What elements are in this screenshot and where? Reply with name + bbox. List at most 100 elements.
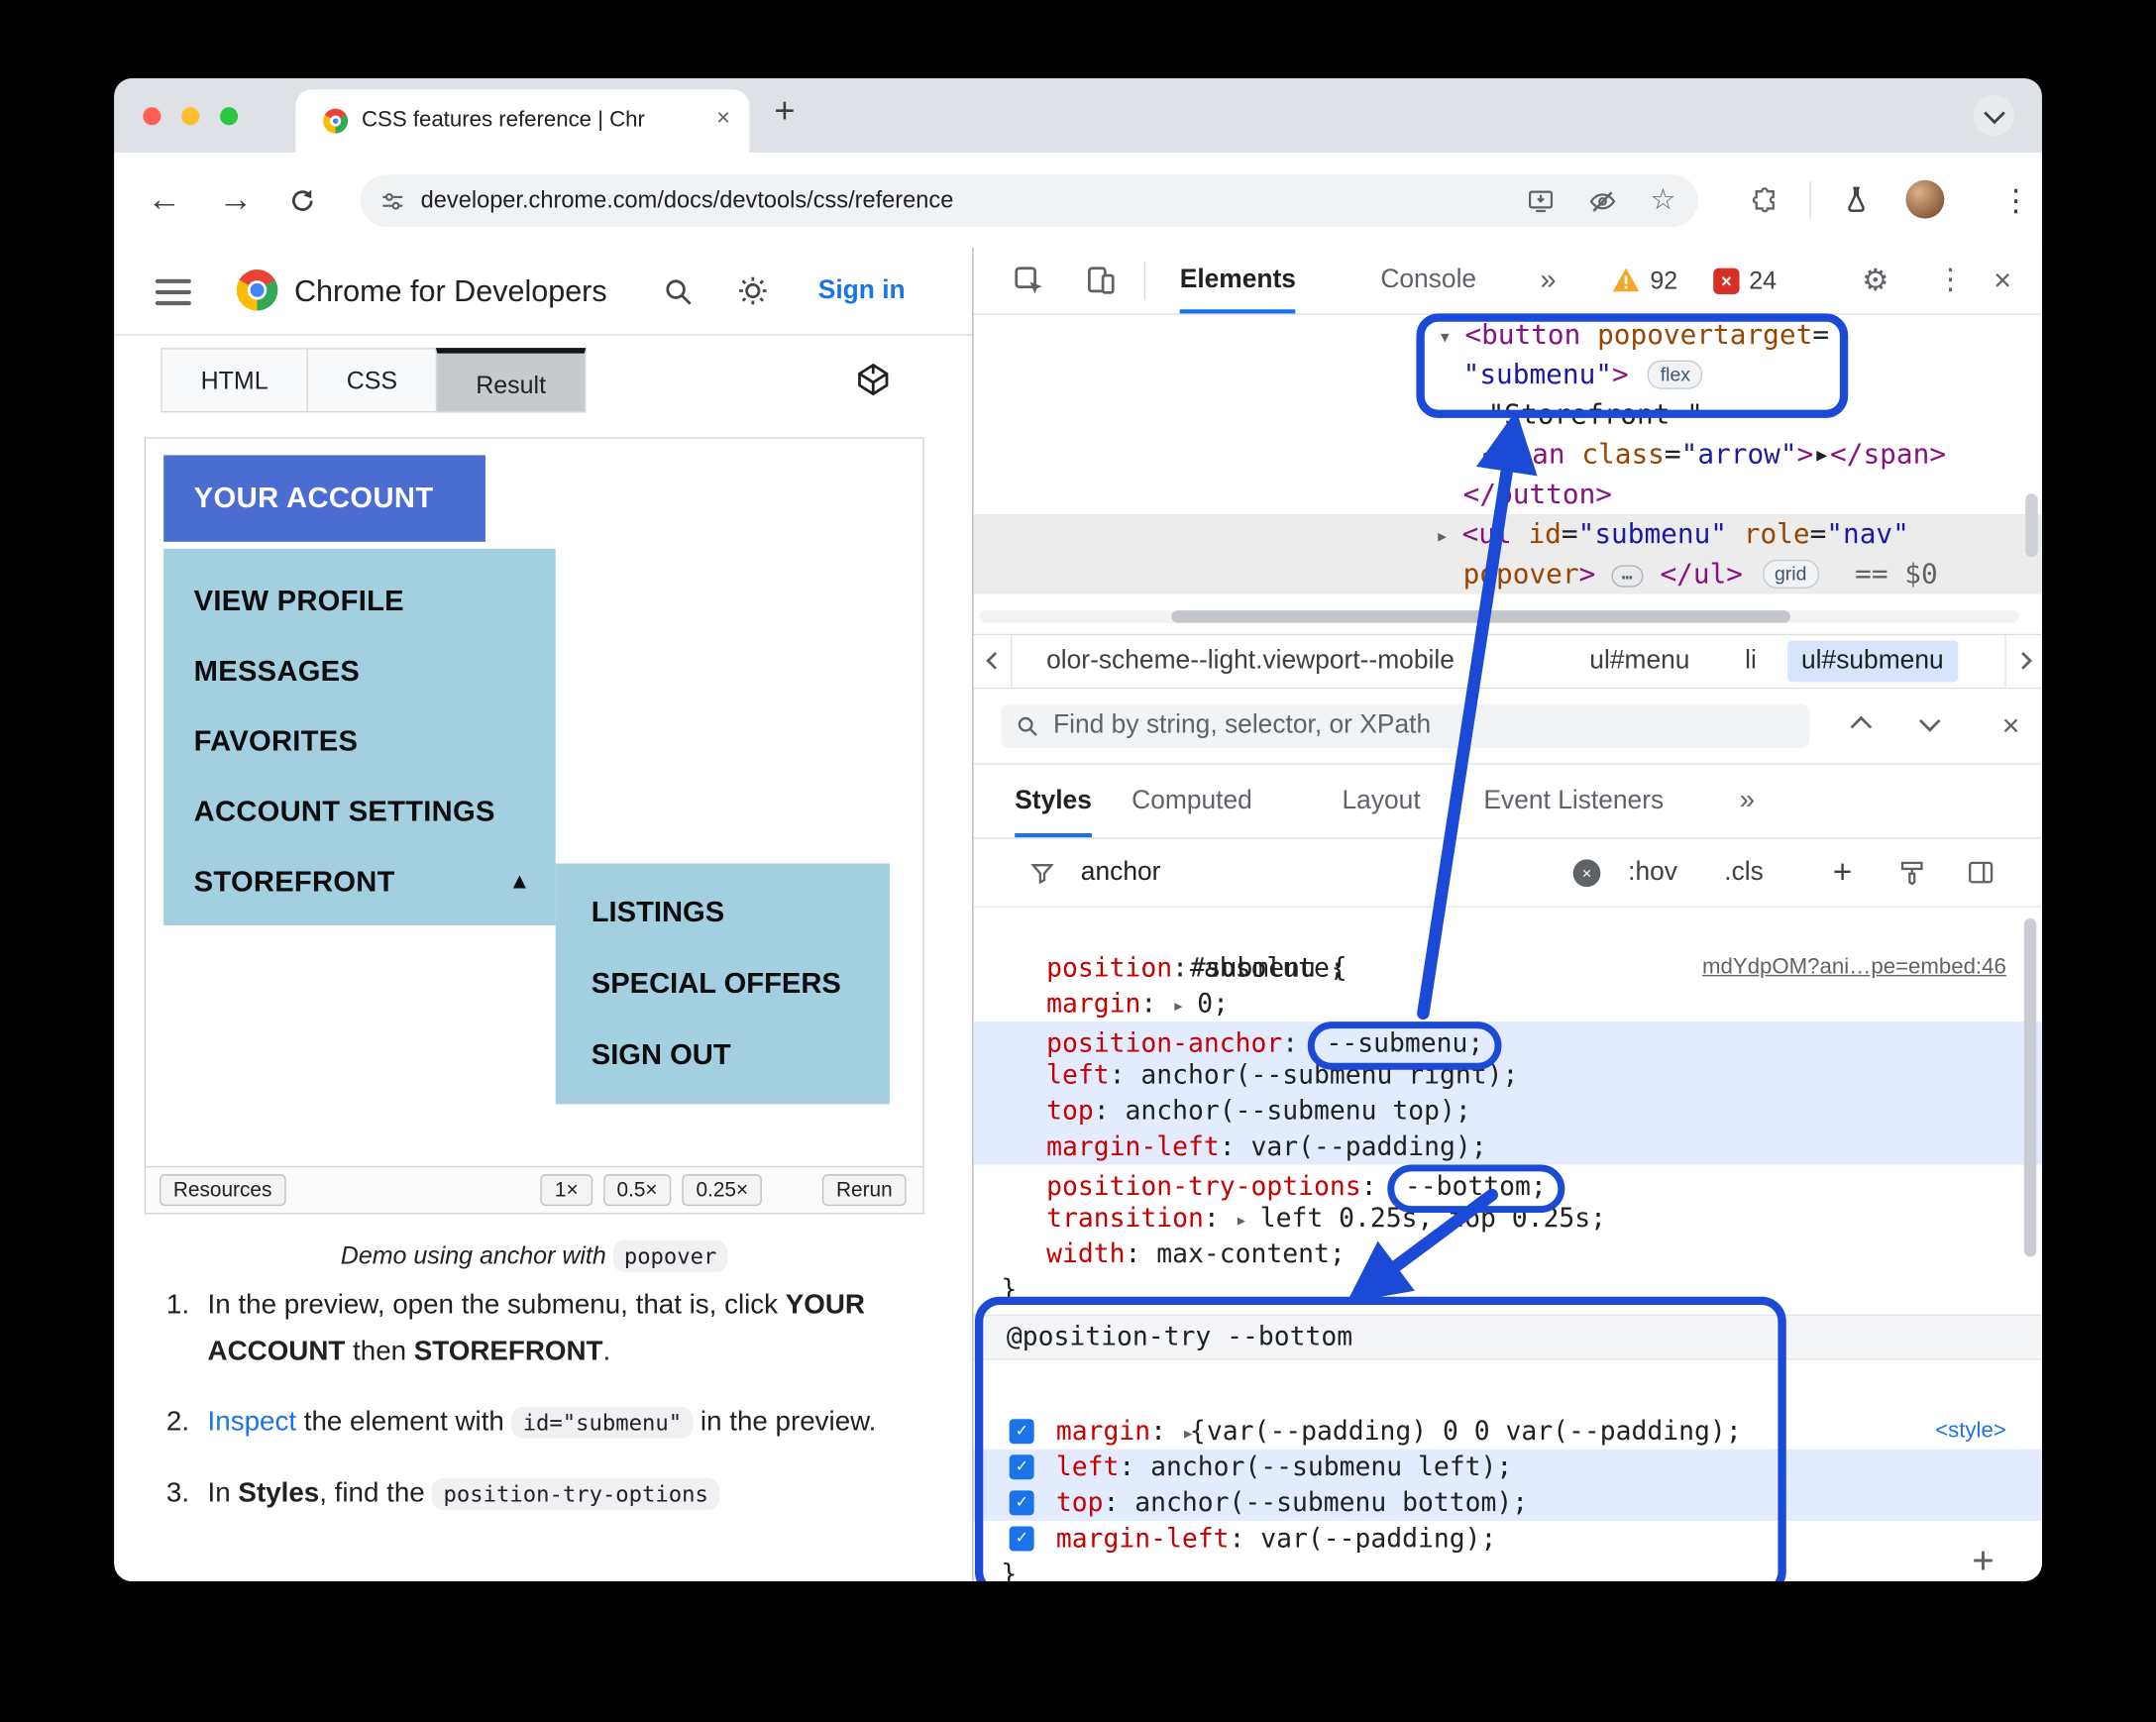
submenu-item-2[interactable]: SIGN OUT [556,1021,890,1092]
tab-event-listeners[interactable]: Event Listeners [1483,765,1664,833]
css-declaration-position[interactable]: position: absolute; [974,950,2042,986]
site-brand[interactable]: Chrome for Developers [294,248,607,334]
more-tabs-icon[interactable]: » [1540,248,1556,309]
dock-panel-icon[interactable] [1967,858,1995,887]
css-declaration-left[interactable]: left: anchor(--submenu right); [973,1057,2042,1094]
scale-button-0[interactable]: 1× [541,1174,593,1207]
install-icon[interactable] [1526,187,1555,216]
warning-count[interactable]: 92 [1650,248,1677,314]
tab-css[interactable]: CSS [306,348,438,413]
breadcrumbs-scroll-right[interactable] [2004,635,2042,688]
breadcrumb-olor-scheme--light.viewport--mobile[interactable]: olor-scheme--light.viewport--mobile [1046,635,1455,688]
browser-tab[interactable]: CSS features reference | Chr × [295,89,750,154]
back-button[interactable]: ← [147,153,181,248]
dom-tree-line-5[interactable]: ▸ <ul id="submenu" role="nav" [973,514,2042,555]
new-rule-plus-icon[interactable]: + [1973,1543,1994,1578]
breadcrumbs-scroll-left[interactable] [973,635,1013,688]
new-style-rule-plus-icon[interactable]: + [1833,839,1852,907]
css-declaration-position-anchor[interactable]: position-anchor: --submenu; [973,1022,2042,1070]
position-try-header[interactable]: @position-try --bottom [973,1314,2042,1360]
css-declaration-width[interactable]: width: max-content; [974,1237,2042,1272]
toggle-classes[interactable]: .cls [1724,839,1764,907]
css-declaration-position-try-options[interactable]: position-try-options: --bottom; [974,1164,2042,1214]
menu-item-2[interactable]: FAVORITES [163,706,556,777]
css-declaration-margin-left[interactable]: margin-left: var(--padding); [973,1129,2042,1165]
css-declaration-left[interactable]: left: anchor(--submenu left); [973,1449,2042,1485]
declaration-checkbox[interactable] [1009,1454,1034,1480]
your-account-button[interactable]: YOUR ACCOUNT [163,455,485,542]
extensions-puzzle-icon[interactable] [1751,185,1779,214]
dom-tree-line-3[interactable]: <span class="arrow">▸</span> [974,435,2042,475]
find-previous-icon[interactable] [1850,715,1873,738]
find-input[interactable]: Find by string, selector, or XPath [1001,703,1810,748]
breadcrumb-ul#menu[interactable]: ul#menu [1589,635,1689,688]
error-badge-icon[interactable]: × [1713,268,1740,294]
tab-result[interactable]: Result [435,348,587,413]
tab-layout[interactable]: Layout [1342,765,1420,833]
inspect-element-icon[interactable] [1012,264,1046,298]
reload-button[interactable] [287,185,318,216]
eye-off-icon[interactable] [1588,187,1617,216]
browser-menu-kebab-icon[interactable]: ⋮ [2000,153,2031,248]
expand-arrow-icon[interactable]: ▸ [1182,1421,1207,1446]
expand-arrow-icon[interactable]: ▸ [1236,1207,1260,1232]
dom-tree-line-2[interactable]: "Storefront " [974,394,2042,434]
codepen-icon[interactable] [854,361,893,399]
menu-item-3[interactable]: ACCOUNT SETTINGS [163,777,556,847]
scrollbar-thumb[interactable] [1171,610,1790,623]
declaration-checkbox[interactable] [1009,1526,1034,1552]
scale-button-2[interactable]: 0.25× [682,1174,763,1207]
menu-item-4[interactable]: STOREFRONT ▲ [163,847,556,917]
zoom-window-button[interactable] [220,107,239,126]
token-badge[interactable]: flex [1648,360,1703,389]
css-declaration-margin[interactable]: margin: ▸ var(--padding) 0 0 var(--paddi… [974,1414,2042,1450]
menu-item-0[interactable]: VIEW PROFILE [163,567,556,637]
address-bar[interactable]: developer.chrome.com/docs/devtools/css/r… [360,174,1698,227]
tab-search-button[interactable] [1973,94,2015,137]
css-declaration-top[interactable]: top: anchor(--submenu bottom); [973,1484,2042,1521]
rerun-button[interactable]: Rerun [822,1174,907,1207]
new-tab-button[interactable]: + [774,89,795,132]
declaration-checkbox[interactable] [1009,1419,1034,1445]
experiments-flask-icon[interactable] [1841,184,1872,215]
breadcrumb-li[interactable]: li [1745,635,1757,688]
close-window-button[interactable] [143,107,162,126]
tab-close-icon[interactable]: × [716,104,730,132]
dom-tree-line-0[interactable]: ▾ <button popovertarget= [974,315,2042,355]
dom-tree-line-1[interactable]: "submenu"> flex [974,355,2042,394]
tree-scrollbar-thumb[interactable] [2025,493,2038,558]
tab-elements[interactable]: Elements [1179,248,1296,314]
resources-button[interactable]: Resources [159,1174,286,1207]
find-close-icon[interactable]: × [2002,689,2020,763]
horizontal-scrollbar[interactable] [979,610,2019,623]
menu-item-1[interactable]: MESSAGES [163,637,556,707]
submenu-item-0[interactable]: LISTINGS [556,877,890,948]
tab-html[interactable]: HTML [161,348,308,413]
scale-button-1[interactable]: 0.5× [602,1174,672,1207]
bookmark-star-icon[interactable]: ☆ [1650,183,1675,218]
filter-clear-icon[interactable]: × [1572,859,1601,888]
devtools-close-icon[interactable]: × [1994,248,2011,314]
forward-button[interactable]: → [219,153,254,248]
breadcrumb-ul#submenu[interactable]: ul#submenu [1787,640,1958,683]
settings-gear-icon[interactable]: ⚙ [1862,248,1888,314]
devtools-menu-kebab-icon[interactable]: ⋮ [1936,248,1965,314]
minimize-window-button[interactable] [181,107,200,126]
profile-avatar[interactable] [1905,179,1945,219]
toggle-hover-state[interactable]: :hov [1628,839,1677,907]
step-2-seg-0[interactable]: Inspect [208,1407,296,1438]
css-declaration-margin[interactable]: margin: ▸ 0; [974,986,2042,1022]
filter-input-value[interactable]: anchor [1081,839,1161,907]
styles-scrollbar-thumb[interactable] [2023,918,2037,1257]
device-toolbar-icon[interactable] [1084,264,1119,298]
tab-console[interactable]: Console [1380,248,1476,309]
site-settings-icon[interactable] [379,188,405,214]
rendering-brush-icon[interactable] [1897,858,1926,887]
theme-sun-icon[interactable] [735,273,770,308]
sign-in-link[interactable]: Sign in [818,248,906,334]
find-next-icon[interactable] [1918,710,1941,732]
css-declaration-top[interactable]: top: anchor(--submenu top); [973,1093,2042,1130]
search-icon[interactable] [662,275,695,308]
warning-triangle-icon[interactable] [1612,267,1641,292]
declaration-checkbox[interactable] [1009,1490,1034,1516]
